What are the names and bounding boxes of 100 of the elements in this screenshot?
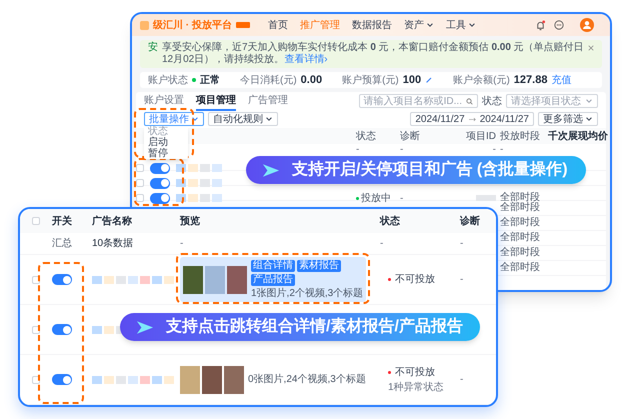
preview-summary: 0张图片,24个视频,3个标题 xyxy=(248,374,366,385)
nav-item[interactable]: 首页 xyxy=(268,18,288,32)
menu-item[interactable]: 启动 xyxy=(144,137,188,148)
blurred-text-placeholder xyxy=(176,164,222,172)
table-cell-text: 全部时段 xyxy=(500,262,541,274)
table-cell-text: - xyxy=(460,237,464,251)
status-text: 不可投放 xyxy=(388,272,460,287)
tab[interactable]: 广告管理 xyxy=(248,92,288,110)
stat-value: 0.00 xyxy=(300,72,322,88)
stat-label: 账户预算(元) xyxy=(342,74,399,88)
select-placeholder: 请选择项目状态 xyxy=(511,94,581,108)
thumbnail-placeholder xyxy=(205,266,225,294)
status-text: 不可投放 xyxy=(388,364,460,380)
table-cell-text: 10条数据 xyxy=(92,237,134,251)
table-cell-text: 全部时段 xyxy=(500,247,541,259)
more-icon xyxy=(554,20,564,30)
column-header: 广告名称 xyxy=(92,214,133,228)
menu-item[interactable]: 暂停 xyxy=(144,148,188,159)
table-cell-text: - xyxy=(400,145,404,155)
checkbox[interactable] xyxy=(136,194,144,202)
table-cell-text: - xyxy=(460,373,464,387)
automation-rules-button[interactable]: 自动化规则 xyxy=(208,112,278,126)
stat-label: 账户余额(元) xyxy=(453,74,510,88)
checkbox[interactable] xyxy=(32,217,40,225)
checkbox[interactable] xyxy=(136,179,144,187)
stat-value: 127.88 xyxy=(514,72,548,88)
table-cell-text: - xyxy=(356,145,360,155)
more-filters-button[interactable]: 更多筛选 xyxy=(538,112,598,126)
table-cell-text: 全部时段 xyxy=(500,192,541,203)
details-link[interactable]: 查看详情› xyxy=(284,54,328,65)
start-date: 2024/11/27 xyxy=(415,112,465,126)
stat-value: 100 xyxy=(402,72,422,88)
checkbox[interactable] xyxy=(136,164,144,172)
date-range-field[interactable]: 2024/11/27 2024/11/27 xyxy=(410,112,534,126)
link-button[interactable]: 组合详情 xyxy=(251,260,295,272)
thumbnail-placeholder xyxy=(227,266,247,294)
version-tag-icon xyxy=(236,22,250,28)
table-cell-text: - xyxy=(500,145,504,155)
menu-header: 状态 xyxy=(147,126,169,137)
stat-label: 今日消耗(元) xyxy=(240,74,297,88)
toggle-switch[interactable] xyxy=(150,162,170,174)
search-icon xyxy=(466,98,473,104)
column-header: 诊断 xyxy=(400,130,421,144)
link-button[interactable]: 产品报告 xyxy=(251,274,295,286)
table-cell-text: - xyxy=(492,145,497,155)
chevron-icon xyxy=(585,115,593,123)
tab[interactable]: 账户设置 xyxy=(144,92,184,110)
table-cell-text: 全部时段 xyxy=(500,232,541,244)
column-header: 状态 xyxy=(380,214,401,228)
tab[interactable]: 项目管理 xyxy=(196,92,236,110)
blurred-text-placeholder xyxy=(176,179,222,187)
column-header: 预览 xyxy=(180,214,201,228)
guarantee-label: 安 xyxy=(148,42,158,54)
highlight-outline xyxy=(134,108,194,158)
table-cell-text: - xyxy=(460,273,464,287)
thumbnail-placeholder xyxy=(224,366,244,394)
arrow-icon xyxy=(136,320,154,334)
preview-summary: 1张图片,2个视频,3个标题 xyxy=(251,288,364,299)
link-button[interactable]: 素材报告 xyxy=(297,260,341,272)
table-cell-text: - xyxy=(380,237,384,251)
column-header: 开关 xyxy=(52,214,73,228)
table-cell-text: 全部时段 xyxy=(500,217,541,229)
close-icon xyxy=(588,45,594,51)
chevron-icon xyxy=(265,115,273,123)
status-text: 投放中 xyxy=(356,190,400,206)
notice-text: 享受安心保障，近7天加入购物车实付转化成本 0 元，本窗口赔付金额预估 0.00 元（单点赔付日12月02日），请持续投放。查看详情› xyxy=(162,42,584,66)
blurred-id-placeholder xyxy=(476,195,496,201)
blurred-text-placeholder xyxy=(176,194,222,202)
thumbnail-placeholder xyxy=(183,266,203,294)
toggle-switch[interactable] xyxy=(150,178,170,188)
edit-icon xyxy=(425,76,434,84)
stat-value: 正常 xyxy=(200,74,220,88)
arrow-icon xyxy=(262,162,280,178)
table-cell-text: 汇总 xyxy=(52,236,73,251)
toggle-switch[interactable] xyxy=(52,324,72,335)
toggle-switch[interactable] xyxy=(52,274,72,285)
status-note: 1种异常状态 xyxy=(388,380,445,394)
column-header: 诊断 xyxy=(460,214,481,228)
thumbnail-placeholder xyxy=(202,366,222,394)
toggle-switch[interactable] xyxy=(52,374,72,385)
logo-text: 级汇川 · 投放平台 xyxy=(153,18,232,32)
toggle-switch[interactable] xyxy=(150,192,170,204)
table-cell-text: - xyxy=(400,192,404,206)
banner-text: 支持点击跳转组合详情/素材报告/产品报告 xyxy=(166,316,463,337)
status-select[interactable]: 请选择项目状态 xyxy=(506,94,598,108)
column-header: 投放时段 xyxy=(500,130,541,144)
chevron-icon xyxy=(585,97,593,105)
chevron-icon xyxy=(191,115,199,123)
avatar-icon xyxy=(580,18,594,32)
highlight-outline xyxy=(134,158,184,206)
table-cell-text: - xyxy=(180,237,184,251)
nav-item[interactable]: 推广管理 xyxy=(300,18,340,32)
recharge-link[interactable]: 充值 xyxy=(551,72,572,88)
search-field[interactable]: 请输入项目名称或ID... xyxy=(358,94,478,108)
nav-item[interactable]: 工具 xyxy=(446,18,476,32)
nav-item[interactable]: 资产 xyxy=(404,18,434,32)
end-date: 2024/11/27 xyxy=(480,112,529,126)
nav-item[interactable]: 数据报告 xyxy=(352,18,392,32)
column-header: 项目ID xyxy=(465,130,497,144)
column-header: 千次展现均价 xyxy=(548,130,608,144)
